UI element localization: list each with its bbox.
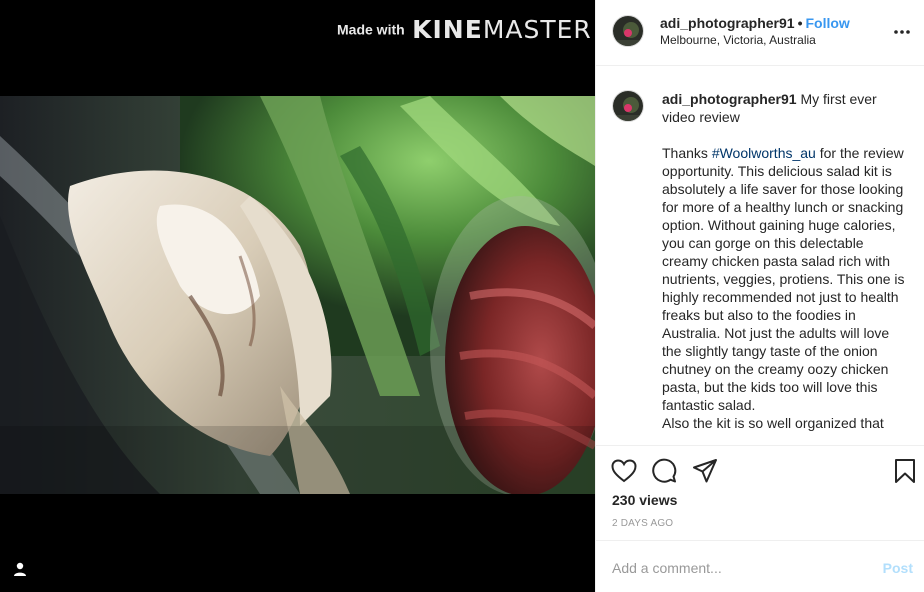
watermark-made-with: Made with xyxy=(337,21,405,38)
salad-video-image xyxy=(0,96,595,494)
user-icon[interactable] xyxy=(12,561,28,577)
caption-body-cutoff: Also the kit is so well organized that xyxy=(662,415,884,431)
bookmark-icon[interactable] xyxy=(892,458,918,484)
paper-plane-icon[interactable] xyxy=(692,458,718,484)
separator-dot: • xyxy=(797,15,803,31)
action-bar: 230 views 2 DAYS AGO xyxy=(596,445,924,540)
post-author: adi_photographer91 • Follow xyxy=(660,15,850,31)
caption-text: adi_photographer91 My first ever video r… xyxy=(662,90,907,432)
follow-button[interactable]: Follow xyxy=(806,15,850,31)
more-options-icon[interactable] xyxy=(892,22,912,42)
watermark-brand-kine: KINE xyxy=(412,15,483,44)
caption-body-rest: for the review opportunity. This delicio… xyxy=(662,145,905,413)
avatar-image xyxy=(613,91,643,121)
avatar-image xyxy=(613,16,643,46)
post-timestamp[interactable]: 2 DAYS AGO xyxy=(612,518,673,529)
caption-heading: adi_photographer91 My first ever video r… xyxy=(662,90,907,126)
post-caption: adi_photographer91 My first ever video r… xyxy=(596,67,924,444)
avatar[interactable] xyxy=(612,15,644,47)
post-location[interactable]: Melbourne, Victoria, Australia xyxy=(660,33,816,47)
caption-body-start: Thanks xyxy=(662,145,712,161)
comment-bubble-icon[interactable] xyxy=(651,458,677,484)
heart-icon[interactable] xyxy=(611,458,637,484)
caption-username[interactable]: adi_photographer91 xyxy=(662,91,797,107)
video-frame[interactable] xyxy=(0,96,595,494)
post-sidebar: adi_photographer91 • Follow Melbourne, Vic… xyxy=(595,0,924,592)
author-username[interactable]: adi_photographer91 xyxy=(660,15,795,31)
caption-avatar[interactable] xyxy=(612,90,644,122)
watermark-brand-master: MASTER xyxy=(482,15,592,44)
kinemaster-watermark: Made with KINEMASTER xyxy=(337,15,592,44)
post-media[interactable]: Made with KINEMASTER xyxy=(0,0,595,592)
caption-body: Thanks #Woolworths_au for the review opp… xyxy=(662,144,907,432)
instagram-post-modal: Made with KINEMASTER adi_photographer91 … xyxy=(0,0,924,592)
view-count[interactable]: 230 views xyxy=(612,492,677,508)
post-header: adi_photographer91 • Follow Melbourne, Vic… xyxy=(596,0,924,66)
comment-input[interactable]: Add a comment... xyxy=(612,560,722,576)
post-comment-button[interactable]: Post xyxy=(883,560,913,576)
comment-bar: Add a comment... Post xyxy=(596,540,924,592)
hashtag-link[interactable]: #Woolworths_au xyxy=(712,145,816,161)
